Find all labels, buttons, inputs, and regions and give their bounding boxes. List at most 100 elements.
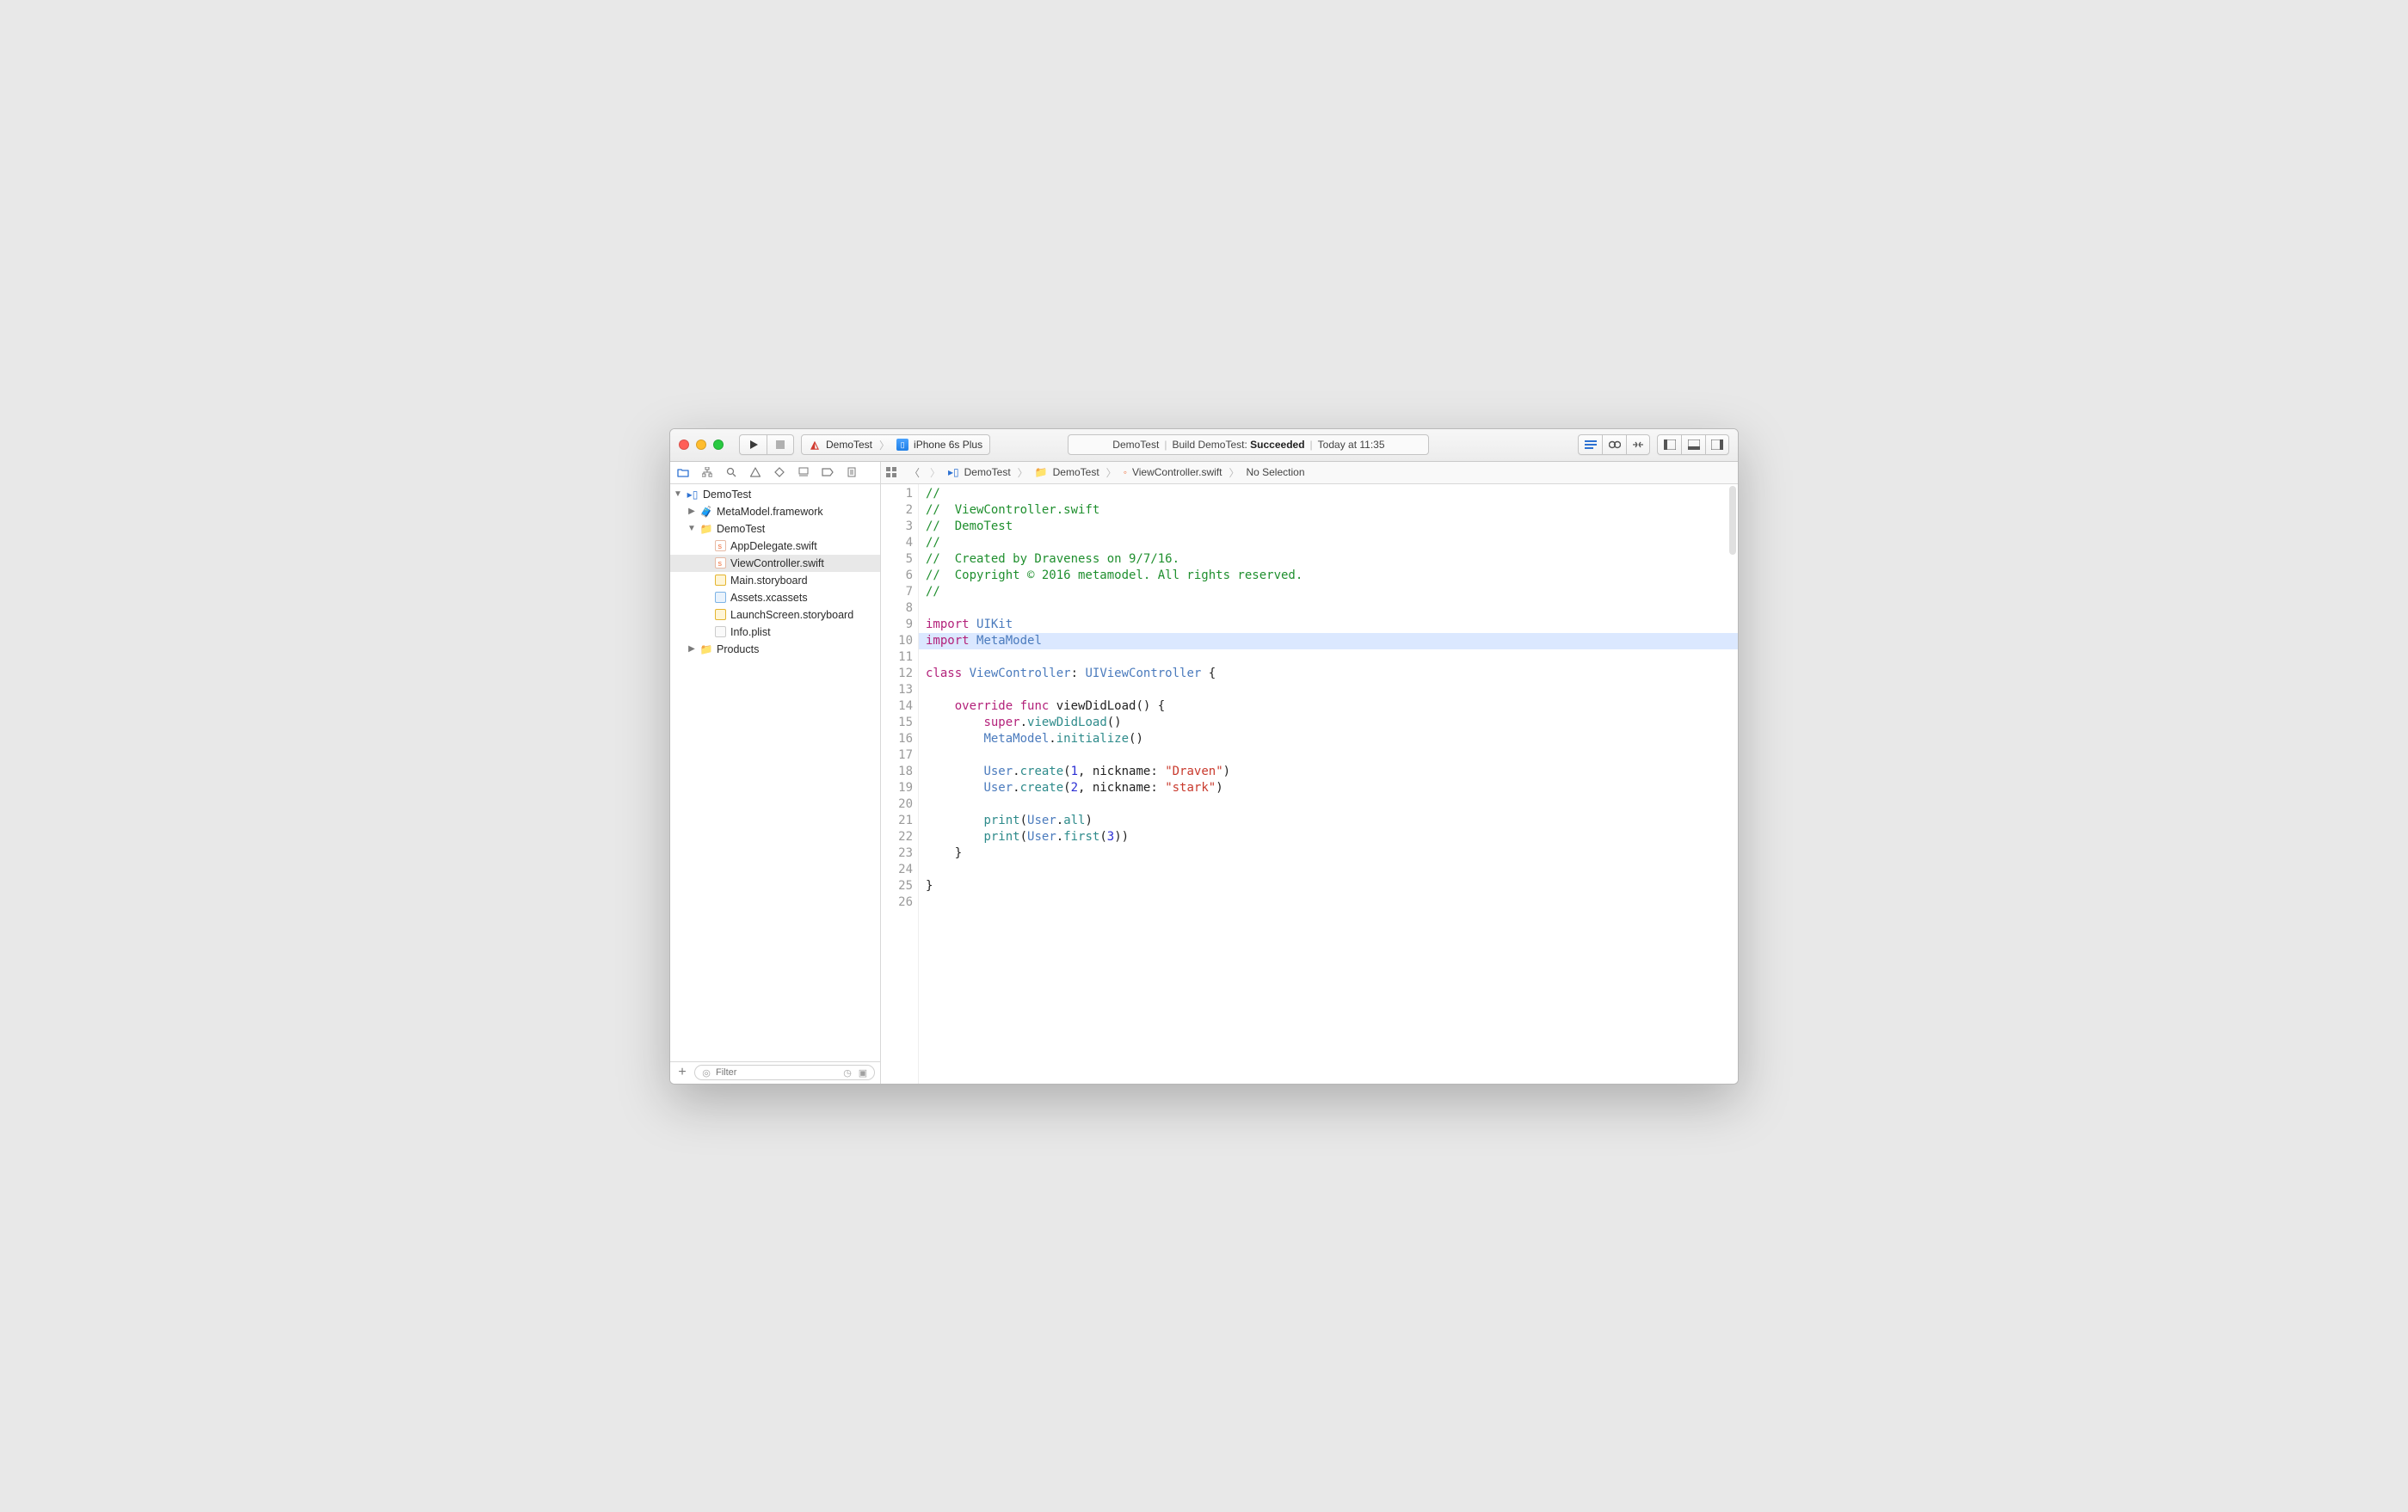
scm-filter-icon[interactable]: ▣: [857, 1066, 869, 1079]
code-line[interactable]: }: [919, 878, 1738, 894]
line-number[interactable]: 18: [881, 764, 913, 780]
scheme-selector[interactable]: ◭ DemoTest 〉 ▯ iPhone 6s Plus: [801, 434, 990, 455]
line-number[interactable]: 6: [881, 568, 913, 584]
code-line[interactable]: User.create(1, nickname: "Draven"): [919, 764, 1738, 780]
back-button[interactable]: 〈: [907, 465, 922, 480]
navigator-filter[interactable]: ◎ ◷ ▣: [694, 1065, 875, 1080]
line-number[interactable]: 4: [881, 535, 913, 551]
vertical-scrollbar[interactable]: [1729, 486, 1736, 555]
minimize-window-button[interactable]: [696, 439, 706, 450]
line-number[interactable]: 25: [881, 878, 913, 894]
line-number[interactable]: 2: [881, 502, 913, 519]
project-navigator-tab[interactable]: [675, 464, 691, 480]
code-line[interactable]: super.viewDidLoad(): [919, 715, 1738, 731]
tree-row[interactable]: Assets.xcassets: [670, 589, 880, 606]
recent-filter-icon[interactable]: ◷: [841, 1066, 853, 1079]
line-number[interactable]: 16: [881, 731, 913, 747]
code-line[interactable]: print(User.first(3)): [919, 829, 1738, 845]
symbol-navigator-tab[interactable]: [699, 464, 715, 480]
tree-row[interactable]: ▶🧳MetaModel.framework: [670, 503, 880, 520]
tree-row[interactable]: ▼▸▯DemoTest: [670, 486, 880, 503]
forward-button[interactable]: 〉: [927, 465, 943, 480]
code-line[interactable]: override func viewDidLoad() {: [919, 698, 1738, 715]
line-number[interactable]: 22: [881, 829, 913, 845]
code-line[interactable]: [919, 796, 1738, 813]
close-window-button[interactable]: [679, 439, 689, 450]
code-content[interactable]: //// ViewController.swift// DemoTest////…: [919, 484, 1738, 1084]
line-number[interactable]: 8: [881, 600, 913, 617]
related-items-icon[interactable]: [886, 467, 902, 477]
toggle-navigator-button[interactable]: [1657, 434, 1681, 455]
debug-navigator-tab[interactable]: [796, 464, 811, 480]
zoom-window-button[interactable]: [713, 439, 724, 450]
standard-editor-button[interactable]: [1578, 434, 1602, 455]
jump-segment-3[interactable]: No Selection: [1246, 466, 1304, 478]
tree-row[interactable]: LaunchScreen.storyboard: [670, 606, 880, 624]
line-number[interactable]: 26: [881, 894, 913, 911]
run-button[interactable]: [739, 434, 767, 455]
code-line[interactable]: [919, 682, 1738, 698]
issue-navigator-tab[interactable]: [748, 464, 763, 480]
line-number[interactable]: 23: [881, 845, 913, 862]
line-number[interactable]: 19: [881, 780, 913, 796]
code-line[interactable]: // DemoTest: [919, 519, 1738, 535]
line-number[interactable]: 9: [881, 617, 913, 633]
project-tree[interactable]: ▼▸▯DemoTest▶🧳MetaModel.framework▼📁DemoTe…: [670, 484, 880, 1061]
line-number[interactable]: 21: [881, 813, 913, 829]
code-line[interactable]: User.create(2, nickname: "stark"): [919, 780, 1738, 796]
line-number[interactable]: 1: [881, 486, 913, 502]
line-number[interactable]: 7: [881, 584, 913, 600]
tree-row[interactable]: ▶📁Products: [670, 641, 880, 658]
code-line[interactable]: [919, 747, 1738, 764]
line-number[interactable]: 12: [881, 666, 913, 682]
code-line[interactable]: // Copyright © 2016 metamodel. All right…: [919, 568, 1738, 584]
add-button[interactable]: +: [675, 1065, 689, 1080]
code-line[interactable]: // Created by Draveness on 9/7/16.: [919, 551, 1738, 568]
version-editor-button[interactable]: [1626, 434, 1650, 455]
toggle-debug-area-button[interactable]: [1681, 434, 1705, 455]
jump-bar[interactable]: 〈 〉 ▸▯ DemoTest 〉 📁 DemoTest 〉 ◦ ViewCon…: [881, 462, 1738, 484]
test-navigator-tab[interactable]: [772, 464, 787, 480]
line-number[interactable]: 15: [881, 715, 913, 731]
code-line[interactable]: print(User.all): [919, 813, 1738, 829]
tree-row[interactable]: sAppDelegate.swift: [670, 538, 880, 555]
toggle-utilities-button[interactable]: [1705, 434, 1729, 455]
tree-row[interactable]: Info.plist: [670, 624, 880, 641]
line-number[interactable]: 14: [881, 698, 913, 715]
disclosure-triangle[interactable]: ▼: [674, 489, 682, 499]
code-line[interactable]: //: [919, 486, 1738, 502]
activity-viewer[interactable]: DemoTest | Build DemoTest: Succeeded | T…: [1068, 434, 1429, 455]
disclosure-triangle[interactable]: ▼: [687, 524, 696, 533]
breakpoint-navigator-tab[interactable]: [820, 464, 835, 480]
jump-segment-1[interactable]: DemoTest: [1053, 466, 1099, 478]
code-line[interactable]: }: [919, 845, 1738, 862]
code-line[interactable]: import MetaModel: [919, 633, 1738, 649]
code-line[interactable]: MetaModel.initialize(): [919, 731, 1738, 747]
code-line[interactable]: //: [919, 535, 1738, 551]
code-line[interactable]: class ViewController: UIViewController {: [919, 666, 1738, 682]
code-line[interactable]: import UIKit: [919, 617, 1738, 633]
code-line[interactable]: [919, 894, 1738, 911]
code-line[interactable]: [919, 600, 1738, 617]
line-number[interactable]: 24: [881, 862, 913, 878]
line-number[interactable]: 3: [881, 519, 913, 535]
jump-segment-0[interactable]: DemoTest: [964, 466, 1011, 478]
disclosure-triangle[interactable]: ▶: [687, 644, 696, 654]
filter-input[interactable]: [716, 1067, 838, 1078]
line-number-gutter[interactable]: 1234567891011121314151617181920212223242…: [881, 484, 919, 1084]
code-line[interactable]: //: [919, 584, 1738, 600]
line-number[interactable]: 13: [881, 682, 913, 698]
tree-row[interactable]: ▼📁DemoTest: [670, 520, 880, 538]
code-line[interactable]: // ViewController.swift: [919, 502, 1738, 519]
report-navigator-tab[interactable]: [844, 464, 859, 480]
stop-button[interactable]: [767, 434, 794, 455]
line-number[interactable]: 10: [881, 633, 913, 649]
find-navigator-tab[interactable]: [724, 464, 739, 480]
jump-segment-2[interactable]: ViewController.swift: [1132, 466, 1222, 478]
line-number[interactable]: 17: [881, 747, 913, 764]
code-line[interactable]: [919, 862, 1738, 878]
tree-row[interactable]: sViewController.swift: [670, 555, 880, 572]
line-number[interactable]: 11: [881, 649, 913, 666]
assistant-editor-button[interactable]: [1602, 434, 1626, 455]
line-number[interactable]: 20: [881, 796, 913, 813]
